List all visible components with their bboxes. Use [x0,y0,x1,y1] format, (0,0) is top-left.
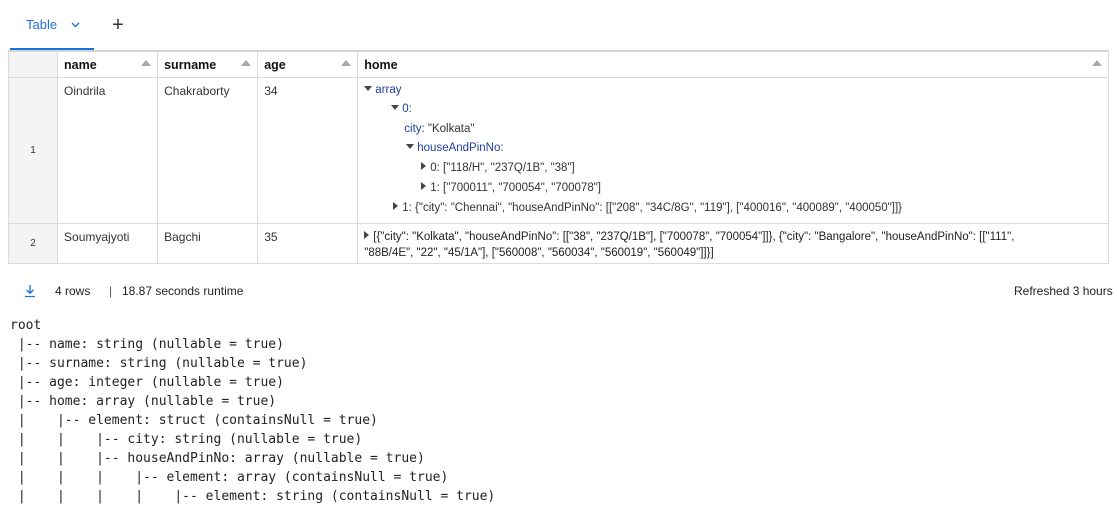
tree-value: 1: ["700011", "700054", "700078"] [430,182,601,194]
tree-node-houseandpinno[interactable]: houseAndPinNo: [406,142,504,154]
sort-icon[interactable] [341,60,352,66]
tree-value: 1: {"city": "Chennai", "houseAndPinNo": … [402,202,902,214]
column-header-surname[interactable]: surname [157,51,259,78]
collapsed-icon [393,202,399,210]
collapsed-icon [421,182,427,190]
tab-table-label: Table [26,16,58,32]
sort-icon[interactable] [1092,60,1102,66]
tree-key: array [375,84,402,96]
schema-line: |-- surname: string (nullable = true) [10,356,308,371]
expanded-icon [364,86,373,91]
row-index: 1 [7,77,59,224]
results-table: name surname age home 1 Oindrila Chakrab… [7,50,1109,266]
column-header-label: age [264,57,286,72]
table-row: 1 Oindrila Chakraborty 34 array 0: city:… [7,77,1109,224]
cell-name[interactable]: Soumyajyoti [57,223,159,264]
json-text-line: [{"city": "Kolkata", "houseAndPinNo": [[… [373,231,1015,243]
sort-icon[interactable] [141,60,152,66]
collapsed-icon [421,162,427,170]
expanded-icon [406,144,415,149]
cell-home[interactable]: array 0: city: "Kolkata" houseAndPinNo: … [357,77,1109,224]
header-row: name surname age home [7,51,1109,78]
tree-key: city: [404,123,425,135]
row-index: 2 [7,223,59,264]
tree-node-item0[interactable]: 0: [391,103,412,115]
expanded-icon [391,105,400,110]
schema-line: |-- home: array (nullable = true) [10,394,277,409]
tree-key: houseAndPinNo: [417,142,504,154]
sort-icon[interactable] [241,60,252,66]
tab-table[interactable]: Table [10,0,94,50]
schema-line: |-- name: string (nullable = true) [10,337,284,352]
tree-node-house1[interactable]: 1: ["700011", "700054", "700078"] [421,182,601,194]
schema-line: | | | | |-- element: string (containsNul… [10,489,496,504]
cell-surname[interactable]: Chakraborty [157,77,259,224]
cell-age[interactable]: 35 [257,223,359,264]
schema-line: | |-- element: struct (containsNull = tr… [10,413,378,428]
tree-value: "Kolkata" [424,123,475,135]
cell-name[interactable]: Oindrila [57,77,159,224]
collapsed-icon[interactable] [364,231,370,239]
chevron-down-icon[interactable] [71,15,80,33]
runtime-label: 18.87 seconds runtime [122,284,244,298]
schema-line: root [10,318,42,333]
schema-line: | | |-- city: string (nullable = true) [10,432,363,447]
json-text-line: "88B/4E", "22", "45/1A"], ["560008", "56… [364,247,714,259]
schema-line: | | |-- houseAndPinNo: array (nullable =… [10,451,425,466]
column-header-age[interactable]: age [257,51,359,78]
row-index-header [7,51,59,78]
column-header-label: home [364,57,398,72]
download-icon[interactable] [22,283,38,299]
results-footer: 4 rows | 18.87 seconds runtime Refreshed… [0,276,1117,306]
schema-line: |-- age: integer (nullable = true) [10,375,284,390]
column-header-label: surname [164,57,217,72]
table-row: 2 Soumyajyoti Bagchi 35 [{"city": "Kolka… [7,223,1109,264]
tree-node-array[interactable]: array [364,84,401,96]
add-tab-button[interactable]: + [108,14,128,36]
row-count: 4 rows [55,284,91,298]
schema-output: root |-- name: string (nullable = true) … [10,316,495,506]
json-value-collapsed: [{"city": "Kolkata", "houseAndPinNo": [[… [364,229,1104,261]
column-header-name[interactable]: name [57,51,159,78]
tree-node-item1[interactable]: 1: {"city": "Chennai", "houseAndPinNo": … [393,202,902,214]
tree-value: 0: ["118/H", "237Q/1B", "38"] [430,162,575,174]
column-header-home[interactable]: home [357,51,1109,78]
results-tab-bar: Table + [0,0,1117,50]
footer-separator: | [109,284,113,298]
column-header-label: name [64,57,97,72]
refreshed-label: Refreshed 3 hours [1014,284,1113,298]
cell-home[interactable]: [{"city": "Kolkata", "houseAndPinNo": [[… [357,223,1109,264]
schema-line: | | | |-- element: array (containsNull =… [10,470,449,485]
tree-node-house0[interactable]: 0: ["118/H", "237Q/1B", "38"] [421,162,575,174]
cell-surname[interactable]: Bagchi [157,223,259,264]
tree-key: 0: [402,103,412,115]
cell-age[interactable]: 34 [257,77,359,224]
json-tree: array 0: city: "Kolkata" houseAndPinNo: … [358,78,1108,218]
tree-node-city: city: "Kolkata" [404,123,474,135]
